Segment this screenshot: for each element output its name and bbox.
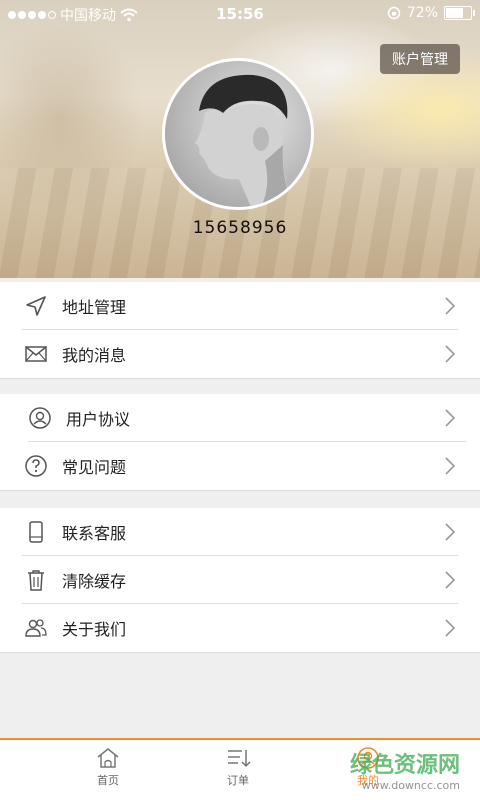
battery-fill	[446, 8, 463, 18]
chevron-right-icon	[445, 409, 456, 427]
chevron-right-icon	[445, 297, 456, 315]
tab-bar: 首页 订单 我的 绿色资源网 www.downcc.com	[0, 738, 480, 800]
menu-item-label: 关于我们	[62, 620, 127, 639]
menu-item-about-us[interactable]: 关于我们	[0, 604, 480, 652]
menu-item-faq[interactable]: 常见问题	[0, 442, 480, 490]
users-icon	[25, 619, 47, 637]
menu-group-3: 联系客服 清除缓存 关于我们	[0, 508, 480, 653]
account-management-button[interactable]: 账户管理	[380, 44, 460, 74]
battery-icon	[444, 6, 475, 20]
tab-label: 首页	[97, 774, 119, 787]
tab-orders[interactable]: 订单	[198, 746, 278, 788]
menu-group-2: 用户协议 常见问题	[0, 394, 480, 491]
menu-item-label: 联系客服	[62, 524, 127, 543]
menu-item-user-agreement[interactable]: 用户协议	[0, 394, 480, 442]
username: 15658956	[192, 218, 288, 238]
menu-item-label: 用户协议	[66, 410, 131, 429]
envelope-icon	[25, 346, 47, 362]
tab-label: 订单	[227, 774, 249, 787]
chevron-right-icon	[445, 571, 456, 589]
order-list-icon	[228, 750, 251, 768]
profile-header: 中国移动 15:56 72% 账户管理 15658956	[0, 0, 480, 278]
menu-item-contact-support[interactable]: 联系客服	[0, 508, 480, 556]
menu-item-label: 清除缓存	[62, 572, 127, 591]
chevron-right-icon	[445, 619, 456, 637]
tab-home[interactable]: 首页	[68, 746, 148, 788]
status-bar: 中国移动 15:56 72%	[0, 0, 480, 28]
menu-item-clear-cache[interactable]: 清除缓存	[0, 556, 480, 604]
battery-percent: 72%	[406, 5, 438, 21]
menu-item-messages[interactable]: 我的消息	[0, 330, 480, 378]
menu-item-label: 地址管理	[62, 298, 127, 317]
menu-item-label: 常见问题	[62, 458, 127, 477]
chevron-right-icon	[445, 457, 456, 475]
menu-item-label: 我的消息	[62, 346, 127, 365]
menu-group-1: 地址管理 我的消息	[0, 282, 480, 379]
menu-item-address[interactable]: 地址管理	[0, 282, 480, 330]
status-right: 72%	[387, 5, 475, 21]
user-circle-icon	[29, 407, 51, 429]
location-arrow-icon	[26, 296, 46, 316]
phone-icon	[29, 521, 43, 543]
trash-icon	[28, 570, 44, 591]
question-circle-icon	[25, 455, 47, 477]
chevron-right-icon	[445, 345, 456, 363]
watermark: 绿色资源网 www.downcc.com	[350, 747, 460, 792]
watermark-url: www.downcc.com	[361, 779, 460, 792]
chevron-right-icon	[445, 523, 456, 541]
orientation-lock-icon	[387, 6, 401, 20]
avatar[interactable]	[162, 58, 314, 210]
home-icon	[97, 748, 119, 768]
avatar-image	[165, 61, 311, 207]
watermark-title: 绿色资源网	[349, 753, 460, 778]
